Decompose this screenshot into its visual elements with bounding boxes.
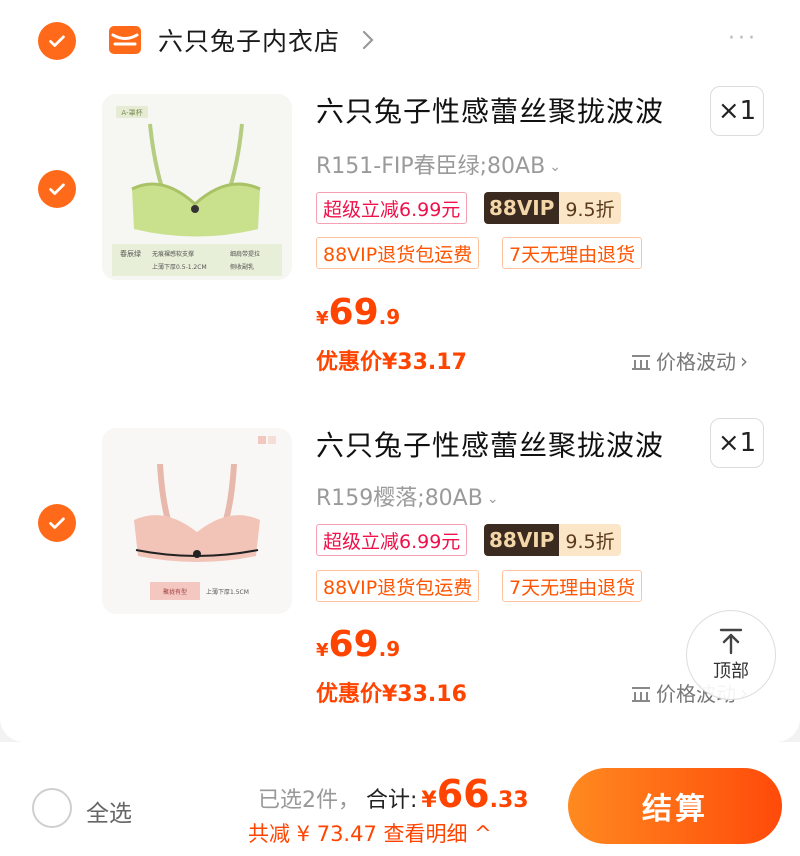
price-trend-icon (632, 686, 650, 702)
price-decimal: .9 (378, 305, 401, 329)
discount-detail-link[interactable]: 共减 ¥ 73.47 查看明细 ^ (248, 818, 492, 848)
total-decimal: .33 (489, 788, 529, 813)
price-decimal: .9 (378, 637, 401, 661)
item-select-checkbox[interactable] (38, 170, 76, 208)
return-policy-tag: 7天无理由退货 (502, 570, 643, 602)
item-select-checkbox[interactable] (38, 504, 76, 542)
checkmark-icon (49, 517, 65, 529)
product-thumbnail[interactable]: A-罩杯 春辰绿 无痕裸感软支撑 上薄下厚0.5-1.2CM 细肩带提拉 侧收副… (102, 94, 292, 280)
checkmark-icon (49, 183, 65, 195)
promo-price: 优惠价¥33.17 (316, 350, 467, 375)
cart-item: 聚拢有型 上薄下厚1.5CM 六只兔子性感蕾丝聚拢波波 ×1 R159樱落;80… (0, 416, 800, 716)
total-symbol: ¥ (421, 788, 437, 813)
product-title[interactable]: 六只兔子性感蕾丝聚拢波波 (316, 90, 664, 130)
arrow-up-icon (719, 628, 743, 655)
image-color-name: 春辰绿 (120, 249, 141, 258)
chevron-right-icon: › (740, 348, 748, 373)
vip-badge: 88VIP 9.5折 (484, 524, 621, 556)
image-feature: 上薄下厚1.5CM (206, 588, 249, 596)
product-thumbnail[interactable]: 聚拢有型 上薄下厚1.5CM (102, 428, 292, 614)
price-symbol: ¥ (316, 640, 329, 661)
price: ¥69.9 (316, 292, 400, 333)
total-summary: 已选2件， 合计: ¥ 66 .33 (258, 772, 529, 816)
spec-selector[interactable]: R151-FIP春臣绿;80AB ⌄ (316, 148, 561, 180)
discount-tag: 超级立减6.99元 (316, 192, 468, 224)
return-shipping-tag: 88VIP退货包运费 (316, 570, 480, 602)
return-policy-tag: 7天无理由退货 (502, 237, 643, 269)
vip-discount: 9.5折 (559, 192, 621, 224)
shop-card: 六只兔子内衣店 ··· A-罩杯 春辰绿 无痕裸感软支撑 上薄下厚0.5-1.2… (0, 0, 800, 742)
price-integer: 69 (328, 292, 379, 333)
quantity-button[interactable]: ×1 (710, 86, 764, 136)
total-label: 合计: (366, 788, 418, 813)
price-symbol: ¥ (316, 308, 329, 329)
vip-label: 88VIP (484, 524, 560, 556)
spec-selector[interactable]: R159樱落;80AB ⌄ (316, 480, 499, 512)
shop-header: 六只兔子内衣店 ··· (0, 0, 800, 84)
total-integer: 66 (436, 772, 490, 816)
shop-select-checkbox[interactable] (38, 22, 76, 60)
product-title[interactable]: 六只兔子性感蕾丝聚拢波波 (316, 424, 664, 464)
store-icon (109, 26, 141, 54)
promo-price: 优惠价¥33.16 (316, 682, 467, 707)
image-feature: 上薄下厚0.5-1.2CM (152, 263, 207, 271)
chevron-down-icon: ⌄ (486, 491, 499, 507)
vip-discount: 9.5折 (559, 524, 621, 556)
image-feature: 聚拢有型 (163, 588, 187, 596)
select-all-checkbox[interactable] (32, 788, 72, 828)
more-options-icon[interactable]: ··· (728, 26, 758, 51)
price-trend-label: 价格波动 (656, 350, 736, 374)
back-to-top-label: 顶部 (713, 661, 749, 682)
spec-label: R151-FIP春臣绿;80AB (316, 154, 546, 179)
selected-count: 已选2件， (258, 788, 360, 813)
spec-label: R159樱落;80AB (316, 486, 483, 511)
cart-item: A-罩杯 春辰绿 无痕裸感软支撑 上薄下厚0.5-1.2CM 细肩带提拉 侧收副… (0, 84, 800, 384)
select-all-label[interactable]: 全选 (86, 794, 132, 828)
checkout-button[interactable]: 结算 (568, 768, 782, 844)
price: ¥69.9 (316, 624, 400, 665)
checkmark-icon (49, 35, 65, 47)
vip-badge: 88VIP 9.5折 (484, 192, 621, 224)
discount-tag: 超级立减6.99元 (316, 524, 468, 556)
image-badge: A-罩杯 (121, 108, 142, 117)
return-shipping-tag: 88VIP退货包运费 (316, 237, 480, 269)
price-integer: 69 (328, 624, 379, 665)
back-to-top-button[interactable]: 顶部 (686, 610, 776, 700)
checkout-bar: 全选 已选2件， 合计: ¥ 66 .33 共减 ¥ 73.47 查看明细 ^ … (0, 742, 800, 856)
price-trend-icon (632, 354, 650, 370)
image-feature: 细肩带提拉 (230, 250, 260, 258)
shop-name[interactable]: 六只兔子内衣店 (158, 22, 340, 58)
image-feature: 无痕裸感软支撑 (152, 250, 194, 258)
chevron-down-icon: ⌄ (549, 159, 561, 175)
image-feature: 侧收副乳 (230, 263, 254, 271)
quantity-button[interactable]: ×1 (710, 418, 764, 468)
price-trend-link[interactable]: 价格波动 › (630, 346, 748, 375)
chevron-right-icon[interactable] (360, 28, 376, 52)
vip-label: 88VIP (484, 192, 560, 224)
